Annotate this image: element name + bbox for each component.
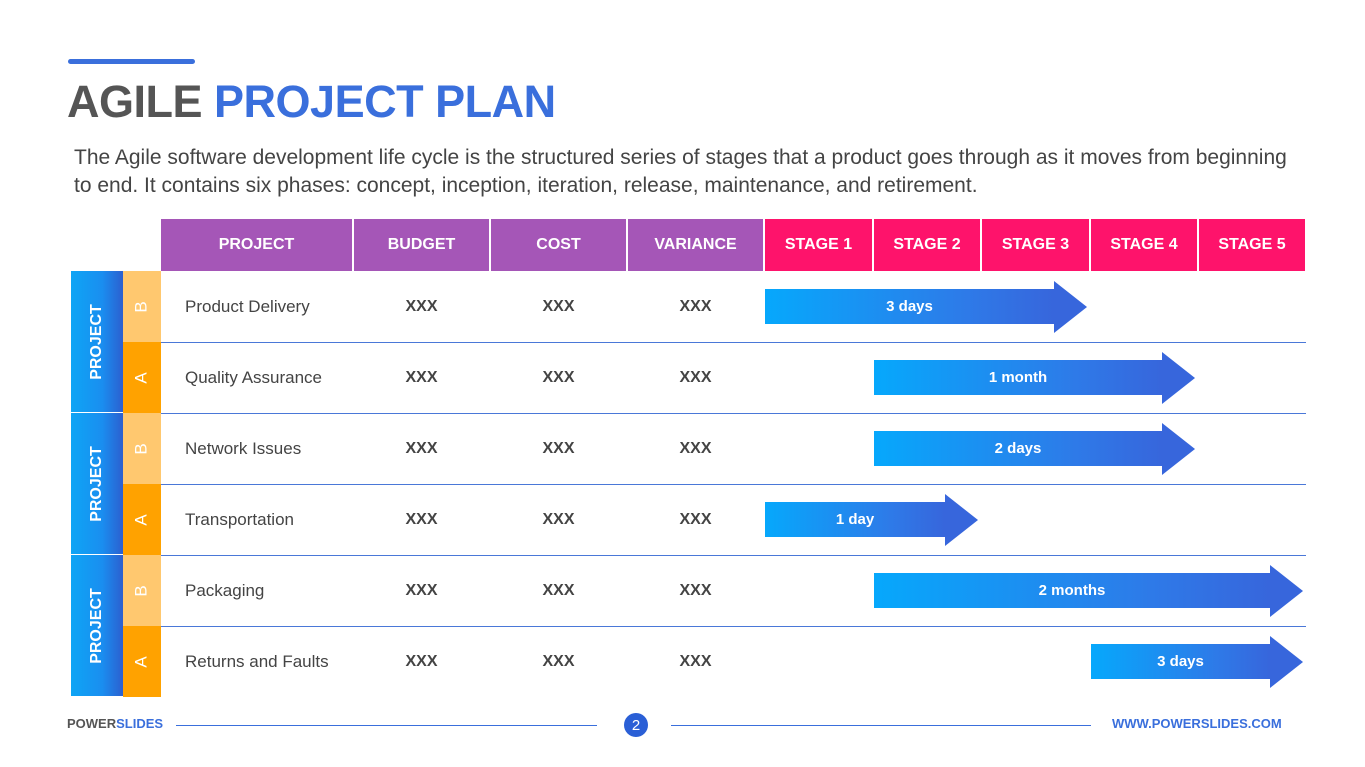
row-budget-value: XXX (405, 652, 438, 670)
timeline-arrow: 1 day (765, 494, 978, 546)
arrow-duration-label: 3 days (1157, 653, 1204, 670)
project-group-2: PROJECT (71, 413, 123, 554)
sub-label-a: A (123, 484, 161, 555)
arrow-duration-label: 2 months (1038, 582, 1106, 599)
arrow-head-icon (1054, 281, 1087, 333)
row-cost-value: XXX (542, 581, 575, 599)
sub-label-a: A (123, 342, 161, 413)
timeline-arrow: 2 days (874, 423, 1195, 475)
project-group-label: PROJECT (88, 445, 106, 522)
sub-label-text: A (132, 655, 151, 668)
arrow-head-icon (945, 494, 978, 546)
title-accent-bar (68, 59, 195, 64)
row-cost-value: XXX (542, 368, 575, 386)
row-budget-value: XXX (405, 510, 438, 528)
row-cost-value: XXX (542, 510, 575, 528)
header-stage-5: STAGE 5 (1199, 219, 1305, 271)
sub-label-b: B (123, 271, 161, 342)
sub-label-b: B (123, 413, 161, 484)
project-group-1: PROJECT (71, 271, 123, 412)
brand-part-2: SLIDES (116, 716, 164, 731)
project-group-label: PROJECT (88, 303, 106, 380)
description: The Agile software development life cycl… (74, 146, 1287, 197)
title-part-2: PROJECT PLAN (214, 76, 556, 127)
row-budget-value: XXX (405, 368, 438, 386)
title-part-1: AGILE (67, 76, 203, 127)
project-group-3: PROJECT (71, 555, 123, 696)
page-title: AGILE PROJECT PLAN (67, 74, 556, 130)
sub-label-text: A (132, 371, 151, 384)
row-budget-value: XXX (405, 297, 438, 315)
row-variance-value: XXX (679, 368, 712, 386)
row-cost-value: XXX (542, 652, 575, 670)
sub-label-text: A (132, 513, 151, 526)
row-project-name: Product Delivery (185, 296, 310, 316)
footer-url[interactable]: WWW.POWERSLIDES.COM (1112, 716, 1282, 731)
arrow-duration-label: 3 days (886, 298, 933, 315)
row-cost-value: XXX (542, 439, 575, 457)
timeline-arrow: 2 months (874, 565, 1303, 617)
row-project-name: Quality Assurance (185, 367, 323, 387)
sub-label-b: B (123, 555, 161, 626)
header-budget: BUDGET (354, 219, 489, 271)
row-variance-value: XXX (679, 510, 712, 528)
row-variance-value: XXX (679, 581, 712, 599)
header-stage-3: STAGE 3 (982, 219, 1089, 271)
brand-part-1: POWER (67, 716, 117, 731)
header-stage-1: STAGE 1 (765, 219, 872, 271)
arrow-head-icon (1270, 565, 1303, 617)
row-budget-value: XXX (405, 581, 438, 599)
row-project-name: Network Issues (185, 438, 302, 458)
footer-divider-right (671, 725, 1091, 726)
header-project: PROJECT (161, 219, 352, 271)
arrow-duration-label: 1 month (988, 369, 1048, 386)
sub-label-text: B (132, 584, 151, 597)
sub-label-a: A (123, 626, 161, 697)
timeline-arrow: 1 month (874, 352, 1195, 404)
header-stage-2: STAGE 2 (874, 219, 980, 271)
row-variance-value: XXX (679, 297, 712, 315)
row-variance-value: XXX (679, 652, 712, 670)
row-variance-value: XXX (679, 439, 712, 457)
footer-divider-left (176, 725, 597, 726)
project-group-label: PROJECT (88, 587, 106, 664)
arrow-head-icon (1162, 423, 1195, 475)
arrow-duration-label: 2 days (994, 440, 1042, 457)
row-cost-value: XXX (542, 297, 575, 315)
page-number: 2 (624, 713, 648, 737)
timeline-arrow: 3 days (1091, 636, 1303, 688)
arrow-duration-label: 1 day (835, 511, 875, 528)
row-project-name: Transportation (185, 509, 294, 529)
arrow-head-icon (1270, 636, 1303, 688)
row-project-name: Returns and Faults (185, 651, 329, 671)
sub-label-text: B (132, 442, 151, 455)
brand-logo: POWERSLIDES (67, 716, 163, 731)
header-variance: VARIANCE (628, 219, 763, 271)
row-project-name: Packaging (185, 580, 265, 600)
header-cost: COST (491, 219, 626, 271)
timeline-arrow: 3 days (765, 281, 1087, 333)
row-budget-value: XXX (405, 439, 438, 457)
header-stage-4: STAGE 4 (1091, 219, 1197, 271)
arrow-head-icon (1162, 352, 1195, 404)
sub-label-text: B (132, 300, 151, 313)
